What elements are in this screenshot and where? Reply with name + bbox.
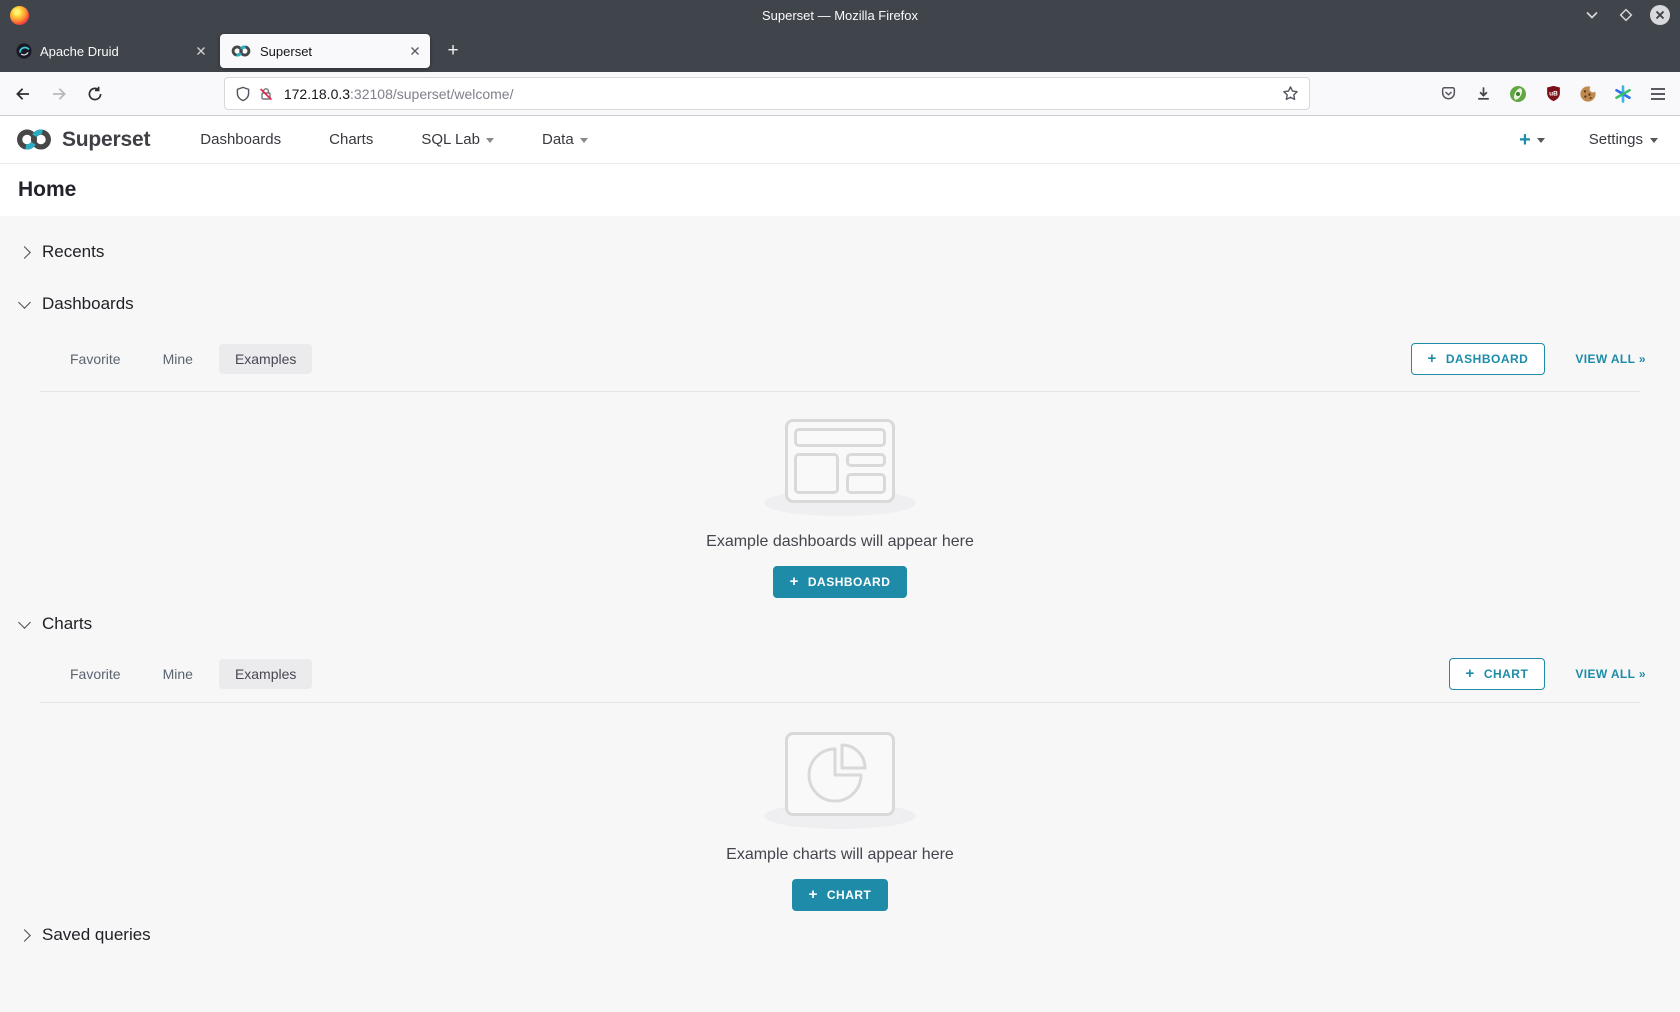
nav-dashboards[interactable]: Dashboards — [176, 116, 305, 164]
svg-text:uB: uB — [1549, 90, 1558, 97]
dashboard-empty-icon — [785, 419, 895, 503]
chevron-right-icon — [18, 246, 31, 259]
settings-menu[interactable]: Settings — [1589, 131, 1658, 148]
new-chart-button[interactable]: + CHART — [1449, 658, 1546, 690]
tab-title: Superset — [260, 44, 402, 59]
tab-close-icon[interactable] — [196, 46, 206, 56]
new-dashboard-button[interactable]: + DASHBOARD — [1411, 343, 1546, 375]
tab-title: Apache Druid — [40, 44, 188, 59]
window-titlebar: Superset — Mozilla Firefox — [0, 0, 1680, 30]
charts-subheader: Favorite Mine Examples + CHART VIEW ALL … — [20, 657, 1660, 691]
close-icon[interactable] — [1650, 5, 1670, 25]
cookie-extension-icon[interactable] — [1574, 80, 1602, 108]
new-tab-button[interactable]: + — [438, 36, 468, 66]
reload-icon[interactable] — [80, 79, 110, 109]
empty-state-text: Example charts will appear here — [726, 846, 954, 864]
view-all-dashboards-link[interactable]: VIEW ALL » — [1575, 352, 1646, 366]
section-recents[interactable]: Recents — [20, 232, 1660, 272]
chevron-down-icon — [18, 296, 31, 309]
plus-icon: + — [1519, 130, 1531, 150]
tab-favorite[interactable]: Favorite — [54, 659, 137, 689]
tab-favorite[interactable]: Favorite — [54, 344, 137, 374]
superset-logo[interactable]: Superset — [14, 127, 150, 152]
extension-asterisk-icon[interactable] — [1609, 80, 1637, 108]
chart-empty-icon — [785, 732, 895, 816]
back-icon[interactable] — [8, 79, 38, 109]
empty-state-text: Example dashboards will appear here — [706, 533, 974, 551]
minimize-icon[interactable] — [1582, 5, 1602, 25]
browser-toolbar: 172.18.0.3:32108/superset/welcome/ — [0, 72, 1680, 116]
page-title: Home — [18, 178, 76, 202]
new-item-menu[interactable]: + — [1519, 130, 1545, 150]
chevron-down-icon — [486, 138, 494, 143]
brand-name: Superset — [62, 128, 150, 152]
tab-close-icon[interactable] — [410, 46, 420, 56]
dashboards-filter-tabs: Favorite Mine Examples — [54, 344, 312, 374]
tab-bar: Apache Druid Superset + — [0, 30, 1680, 72]
chevron-down-icon — [580, 138, 588, 143]
charts-filter-tabs: Favorite Mine Examples — [54, 659, 312, 689]
maximize-icon[interactable] — [1616, 5, 1636, 25]
tab-examples[interactable]: Examples — [219, 344, 312, 374]
chevron-down-icon — [1537, 138, 1545, 143]
url-bar[interactable]: 172.18.0.3:32108/superset/welcome/ — [224, 77, 1310, 110]
dashboards-empty-state: Example dashboards will appear here + DA… — [20, 392, 1660, 598]
section-charts[interactable]: Charts — [20, 604, 1660, 644]
insecure-lock-icon[interactable] — [258, 86, 274, 102]
nav-sql-lab[interactable]: SQL Lab — [397, 116, 518, 164]
forward-icon[interactable] — [44, 79, 74, 109]
window-title: Superset — Mozilla Firefox — [0, 8, 1680, 23]
tab-superset[interactable]: Superset — [220, 34, 430, 68]
section-dashboards[interactable]: Dashboards — [20, 284, 1660, 324]
nav-charts[interactable]: Charts — [305, 116, 397, 164]
superset-infinity-icon — [14, 127, 54, 152]
download-icon[interactable] — [1469, 80, 1497, 108]
url-text: 172.18.0.3:32108/superset/welcome/ — [284, 86, 514, 102]
tab-examples[interactable]: Examples — [219, 659, 312, 689]
add-dashboard-button[interactable]: + DASHBOARD — [773, 566, 908, 598]
chevron-down-icon — [18, 616, 31, 629]
tab-mine[interactable]: Mine — [147, 344, 209, 374]
ublock-icon[interactable]: uB — [1539, 80, 1567, 108]
superset-navbar: Superset Dashboards Charts SQL Lab Data … — [0, 116, 1680, 164]
page-header: Home — [0, 164, 1680, 216]
chevron-down-icon — [1650, 138, 1658, 143]
extension-green-icon[interactable] — [1504, 80, 1532, 108]
druid-favicon — [16, 43, 32, 59]
add-chart-button[interactable]: + CHART — [792, 879, 889, 911]
section-saved-queries[interactable]: Saved queries — [20, 915, 1660, 955]
pocket-icon[interactable] — [1434, 80, 1462, 108]
menu-icon[interactable] — [1644, 80, 1672, 108]
charts-empty-state: Example charts will appear here + CHART — [20, 703, 1660, 911]
home-content: Recents Dashboards Favorite Mine Example… — [0, 216, 1680, 1012]
nav-data[interactable]: Data — [518, 116, 612, 164]
shield-icon[interactable] — [235, 86, 251, 102]
bookmark-star-icon[interactable] — [1282, 85, 1299, 102]
view-all-charts-link[interactable]: VIEW ALL » — [1575, 667, 1646, 681]
chevron-right-icon — [18, 929, 31, 942]
tab-apache-druid[interactable]: Apache Druid — [6, 34, 216, 68]
tab-mine[interactable]: Mine — [147, 659, 209, 689]
dashboards-subheader: Favorite Mine Examples + DASHBOARD VIEW … — [20, 342, 1660, 376]
superset-favicon — [230, 44, 252, 58]
